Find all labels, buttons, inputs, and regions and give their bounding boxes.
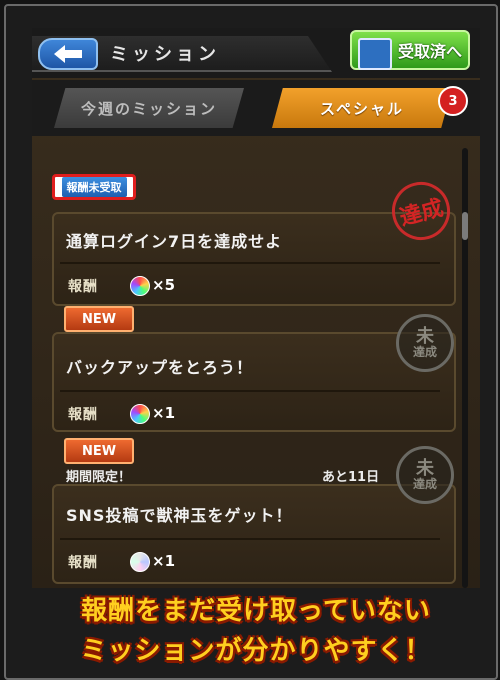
stamp-text-top: 未 bbox=[416, 326, 434, 347]
mission-title: 通算ログイン7日を達成せよ bbox=[66, 232, 283, 251]
screenshot-frame: ミッション 受取済へ 今週のミッション スペシャル 3 報酬未受取 通算ログイン… bbox=[4, 4, 498, 680]
mission-card-sns[interactable]: SNS投稿で獣神玉をゲット！ 報酬 ×1 bbox=[52, 484, 456, 584]
book-icon bbox=[358, 38, 392, 70]
back-button[interactable] bbox=[38, 38, 98, 70]
received-button-label: 受取済へ bbox=[397, 42, 462, 61]
reward-amount: ×1 bbox=[152, 404, 176, 422]
stamp-text-bottom: 達成 bbox=[412, 345, 437, 359]
stamp-text-bottom: 達成 bbox=[412, 477, 437, 491]
mission-tabs: 今週のミッション スペシャル 3 bbox=[32, 80, 480, 136]
tab-weekly-label: 今週のミッション bbox=[80, 99, 217, 118]
header-bar: ミッション 受取済へ bbox=[32, 28, 480, 78]
tab-special-label: スペシャル bbox=[320, 99, 404, 118]
mission-title: SNS投稿で獣神玉をゲット！ bbox=[66, 506, 293, 525]
reward-unclaimed-label: 報酬未受取 bbox=[61, 177, 127, 197]
tab-special[interactable]: スペシャル bbox=[272, 88, 452, 128]
notification-badge: 3 bbox=[438, 86, 468, 116]
caption-line-1: 報酬をまだ受け取っていない bbox=[81, 596, 431, 626]
not-achieved-stamp: 未 達成 bbox=[396, 446, 454, 504]
days-remaining: あと11日 bbox=[322, 470, 380, 485]
reward-amount: ×5 bbox=[152, 276, 176, 294]
game-screen: ミッション 受取済へ 今週のミッション スペシャル 3 報酬未受取 通算ログイン… bbox=[32, 28, 480, 588]
caption-line-2: ミッションが分かりやすく！ bbox=[80, 636, 432, 666]
scrollbar-thumb[interactable] bbox=[462, 212, 468, 240]
tab-weekly-missions[interactable]: 今週のミッション bbox=[54, 88, 244, 128]
not-achieved-stamp: 未 達成 bbox=[396, 314, 454, 372]
reward-amount: ×1 bbox=[152, 552, 176, 570]
mission-title: バックアップをとろう！ bbox=[66, 358, 254, 377]
reward-label: 報酬 bbox=[68, 555, 98, 571]
beast-orb-icon bbox=[130, 552, 150, 572]
limited-time-label: 期間限定！ bbox=[66, 470, 132, 485]
reward-label: 報酬 bbox=[68, 407, 98, 423]
received-missions-button[interactable]: 受取済へ bbox=[350, 30, 470, 70]
stamp-text-top: 未 bbox=[416, 458, 434, 479]
card-divider bbox=[60, 538, 440, 540]
reward-label: 報酬 bbox=[68, 279, 98, 295]
orb-icon bbox=[130, 404, 150, 424]
back-arrow-icon bbox=[54, 45, 82, 63]
page-title: ミッション bbox=[110, 44, 220, 65]
card-divider bbox=[60, 262, 440, 264]
new-tag: NEW bbox=[64, 438, 134, 464]
orb-icon bbox=[130, 276, 150, 296]
card-divider bbox=[60, 390, 440, 392]
reward-unclaimed-tag: 報酬未受取 bbox=[52, 174, 136, 200]
new-tag: NEW bbox=[64, 306, 134, 332]
